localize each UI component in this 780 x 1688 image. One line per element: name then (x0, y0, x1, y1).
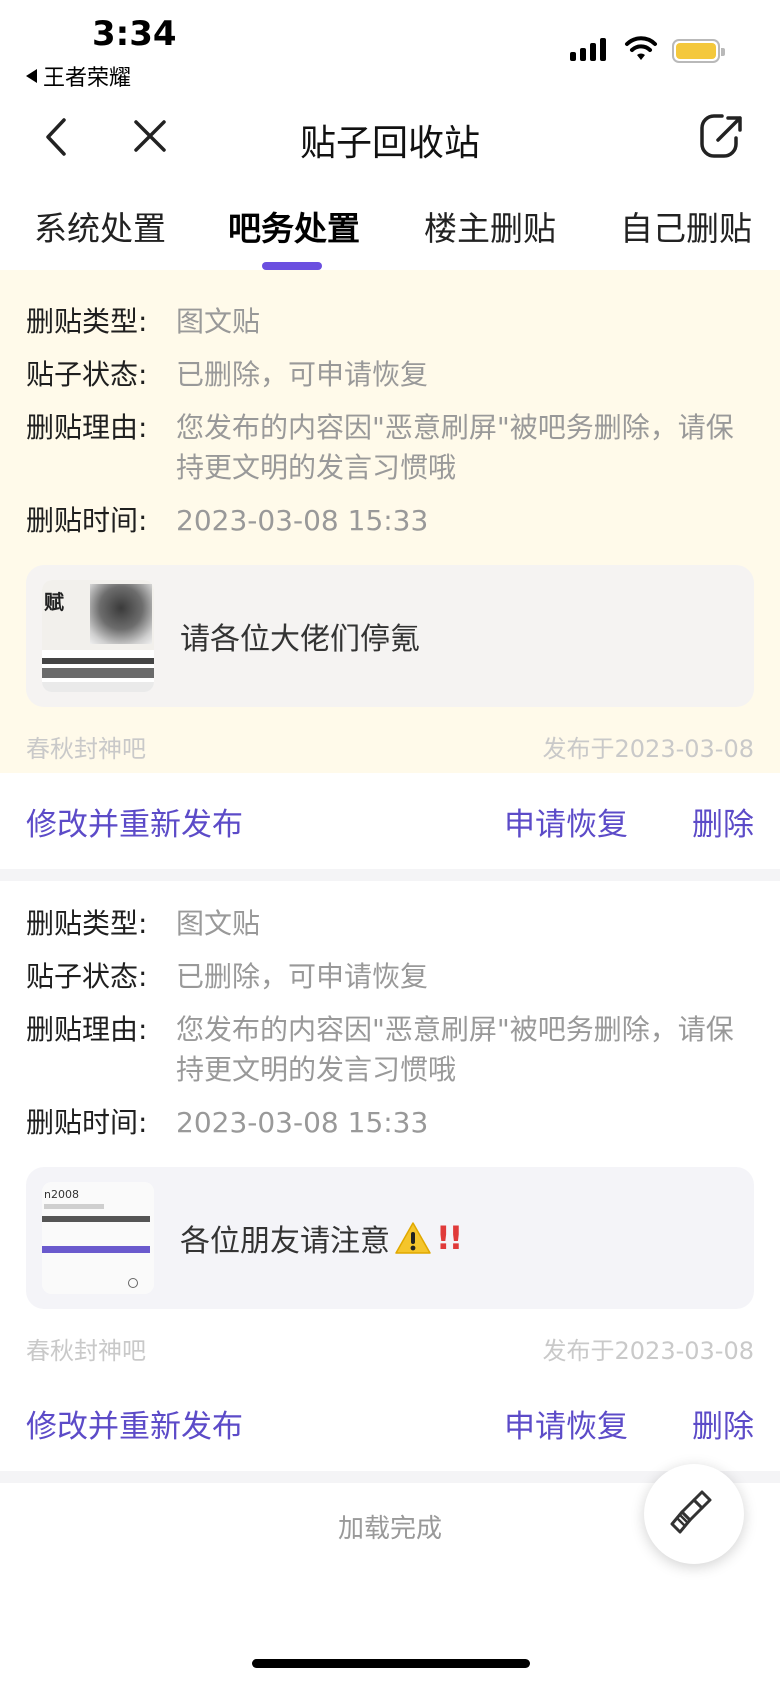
delete-reason-row: 删贴理由: 您发布的内容因"恶意刷屏"被吧务删除，请保持更文明的发言习惯哦 (26, 1010, 754, 1090)
tab-admin[interactable]: 吧务处置 (228, 202, 360, 250)
card-actions: 修改并重新发布 申请恢复 删除 (0, 1375, 780, 1471)
home-indicator (252, 1659, 530, 1668)
delete-time-label: 删贴时间: (26, 1106, 148, 1139)
post-status-value: 已删除，可申请恢复 (176, 358, 429, 391)
post-status-value: 已删除，可申请恢复 (176, 960, 429, 993)
warning-icon (395, 1222, 431, 1254)
post-meta: 春秋封神吧 发布于2023-03-08 (26, 1331, 754, 1371)
back-app-label: 王者荣耀 (43, 66, 132, 91)
delete-time-row: 删贴时间: 2023-03-08 15:33 (26, 501, 754, 541)
delete-type-row: 删贴类型: 图文贴 (26, 904, 754, 944)
delete-time-row: 删贴时间: 2023-03-08 15:33 (26, 1103, 754, 1143)
thumb-caption: 赋 (44, 590, 64, 614)
page-title: 贴子回收站 (299, 123, 480, 164)
battery-icon (672, 39, 725, 63)
post-meta: 春秋封神吧 发布于2023-03-08 (26, 729, 754, 769)
status-time: 3:34 (92, 14, 177, 54)
post-thumbnail: n2008 (42, 1182, 154, 1294)
delete-reason-value: 您发布的内容因"恶意刷屏"被吧务删除，请保持更文明的发言习惯哦 (176, 411, 734, 484)
delete-type-label: 删贴类型: (26, 305, 148, 338)
post-status-label: 贴子状态: (26, 960, 148, 993)
delete-time-value: 2023-03-08 15:33 (176, 1106, 429, 1139)
post-status-label: 贴子状态: (26, 358, 148, 391)
active-tab-indicator (262, 262, 322, 270)
post-status-row: 贴子状态: 已删除，可申请恢复 (26, 355, 754, 395)
deleted-post-card: 删贴类型: 图文贴 贴子状态: 已删除，可申请恢复 删贴理由: 您发布的内容因"… (0, 878, 780, 1483)
broom-icon (670, 1490, 712, 1534)
tab-op-delete[interactable]: 楼主删贴 (424, 202, 556, 250)
delete-type-value: 图文贴 (176, 907, 261, 940)
card-actions: 修改并重新发布 申请恢复 删除 (0, 773, 780, 869)
publish-date: 发布于2023-03-08 (542, 735, 754, 763)
post-title: 请各位大佬们停氪 (180, 622, 420, 657)
delete-button[interactable]: 删除 (692, 799, 754, 844)
cellular-signal-icon (570, 38, 606, 61)
delete-reason-value: 您发布的内容因"恶意刷屏"被吧务删除，请保持更文明的发言习惯哦 (176, 1013, 734, 1086)
forum-name[interactable]: 春秋封神吧 (26, 729, 146, 769)
tab-self-delete[interactable]: 自己删贴 (620, 202, 752, 250)
delete-button[interactable]: 删除 (692, 1401, 754, 1446)
clear-recycle-bin-button[interactable] (644, 1464, 744, 1564)
tab-system[interactable]: 系统处置 (34, 202, 166, 250)
delete-reason-label: 删贴理由: (26, 1013, 148, 1046)
back-to-app-link[interactable]: 王者荣耀 (26, 60, 131, 92)
post-preview[interactable]: n2008 各位朋友请注意 !! (26, 1167, 754, 1309)
post-title-text: 各位朋友请注意 (180, 1224, 390, 1259)
delete-type-value: 图文贴 (176, 305, 261, 338)
apply-restore-button[interactable]: 申请恢复 (504, 799, 628, 844)
delete-time-label: 删贴时间: (26, 504, 148, 537)
tab-bar: 系统处置 吧务处置 楼主删贴 自己删贴 (0, 192, 780, 270)
thumb-caption: n2008 (44, 1188, 79, 1201)
delete-time-value: 2023-03-08 15:33 (176, 504, 429, 537)
share-icon[interactable] (696, 110, 748, 162)
forum-name[interactable]: 春秋封神吧 (26, 1331, 146, 1371)
delete-reason-row: 删贴理由: 您发布的内容因"恶意刷屏"被吧务删除，请保持更文明的发言习惯哦 (26, 408, 754, 488)
deleted-post-card: 删贴类型: 图文贴 贴子状态: 已删除，可申请恢复 删贴理由: 您发布的内容因"… (0, 270, 780, 881)
apply-restore-button[interactable]: 申请恢复 (504, 1401, 628, 1446)
post-status-row: 贴子状态: 已删除，可申请恢复 (26, 957, 754, 997)
delete-type-row: 删贴类型: 图文贴 (26, 302, 754, 342)
post-thumbnail: 赋 (42, 580, 154, 692)
edit-republish-button[interactable]: 修改并重新发布 (26, 799, 243, 844)
status-bar: 3:34 王者荣耀 (0, 0, 780, 92)
delete-reason-label: 删贴理由: (26, 411, 148, 444)
wifi-icon (625, 36, 657, 60)
nav-bar: 贴子回收站 (0, 92, 780, 182)
double-exclamation-icon: !! (436, 1219, 463, 1257)
publish-date: 发布于2023-03-08 (542, 1337, 754, 1365)
back-triangle-icon (26, 69, 37, 83)
post-title: 各位朋友请注意 !! (180, 1216, 463, 1260)
edit-republish-button[interactable]: 修改并重新发布 (26, 1401, 243, 1446)
delete-type-label: 删贴类型: (26, 907, 148, 940)
post-preview[interactable]: 赋 请各位大佬们停氪 (26, 565, 754, 707)
